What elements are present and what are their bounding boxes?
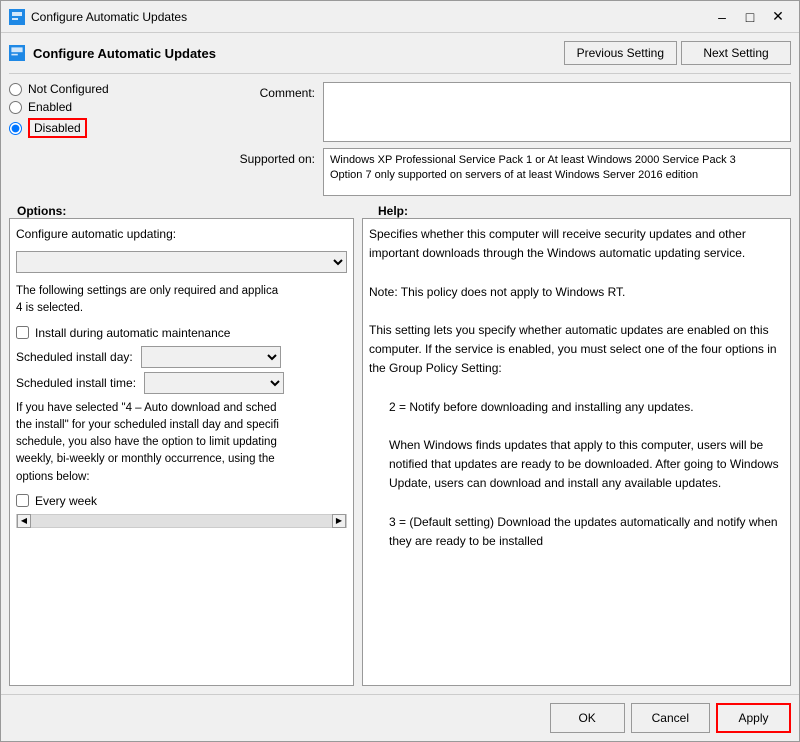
scroll-right-arrow[interactable]: ▶ <box>332 514 346 528</box>
disabled-radio[interactable] <box>9 122 22 135</box>
header-row: Configure Automatic Updates Previous Set… <box>9 41 791 74</box>
scheduled-time-dropdown[interactable] <box>144 372 284 394</box>
enabled-radio[interactable] <box>9 101 22 114</box>
enabled-row: Enabled <box>9 100 209 114</box>
help-text: Specifies whether this computer will rec… <box>369 225 784 263</box>
window-title: Configure Automatic Updates <box>31 10 187 24</box>
scroll-track <box>31 515 332 527</box>
scheduled-day-dropdown[interactable] <box>141 346 281 368</box>
disabled-row: Disabled <box>9 118 209 138</box>
options-panel: Configure automatic updating: The follow… <box>9 218 354 686</box>
install-maintenance-checkbox[interactable] <box>16 326 29 339</box>
supported-row: Supported on: Windows XP Professional Se… <box>225 148 791 196</box>
maximize-button[interactable]: □ <box>737 4 763 30</box>
next-setting-button[interactable]: Next Setting <box>681 41 791 65</box>
comment-row: Comment: <box>225 82 791 142</box>
section-labels: Options: Help: <box>9 204 791 218</box>
supported-label: Supported on: <box>225 148 315 166</box>
help-setting-text: This setting lets you specify whether au… <box>369 321 784 379</box>
configure-auto-label: Configure automatic updating: <box>16 225 347 243</box>
every-week-label[interactable]: Every week <box>35 492 97 510</box>
options-text2: If you have selected "4 – Auto download … <box>16 400 347 486</box>
comment-label: Comment: <box>225 82 315 100</box>
not-configured-radio[interactable] <box>9 83 22 96</box>
close-button[interactable]: ✕ <box>765 4 791 30</box>
previous-setting-button[interactable]: Previous Setting <box>564 41 677 65</box>
comment-textarea[interactable] <box>323 82 791 142</box>
supported-text: Windows XP Professional Service Pack 1 o… <box>323 148 791 196</box>
header-icon <box>9 45 25 61</box>
top-section: Not Configured Enabled Disabled Comment: <box>9 82 791 196</box>
scheduled-day-row: Scheduled install day: <box>16 346 347 368</box>
configure-dropdown[interactable] <box>16 251 347 273</box>
help-rt-note: Note: This policy does not apply to Wind… <box>369 283 784 302</box>
configure-automatic-updates-window: Configure Automatic Updates – □ ✕ Config… <box>0 0 800 742</box>
ok-button[interactable]: OK <box>550 703 625 733</box>
disabled-label[interactable]: Disabled <box>28 118 87 138</box>
install-maintenance-row: Install during automatic maintenance <box>16 324 347 342</box>
header-title: Configure Automatic Updates <box>9 45 216 61</box>
help-option2-detail: When Windows finds updates that apply to… <box>389 436 784 494</box>
scheduled-day-label: Scheduled install day: <box>16 348 133 366</box>
header-title-text: Configure Automatic Updates <box>33 46 216 61</box>
options-text1: The following settings are only required… <box>16 283 347 318</box>
every-week-row: Every week <box>16 492 347 510</box>
apply-button[interactable]: Apply <box>716 703 791 733</box>
window-icon <box>9 9 25 25</box>
scheduled-time-row: Scheduled install time: <box>16 372 347 394</box>
every-week-checkbox[interactable] <box>16 494 29 507</box>
supported-content: Windows XP Professional Service Pack 1 o… <box>330 154 736 181</box>
content-area: Configure Automatic Updates Previous Set… <box>1 33 799 694</box>
enabled-label[interactable]: Enabled <box>28 100 72 114</box>
cancel-button[interactable]: Cancel <box>631 703 710 733</box>
not-configured-label[interactable]: Not Configured <box>28 82 109 96</box>
help-option3: 3 = (Default setting) Download the updat… <box>389 513 784 551</box>
options-scrollbar: ◀ ▶ <box>16 514 347 528</box>
install-maintenance-label[interactable]: Install during automatic maintenance <box>35 324 230 342</box>
title-bar-controls: – □ ✕ <box>709 4 791 30</box>
scheduled-time-label: Scheduled install time: <box>16 374 136 392</box>
comment-supported-section: Comment: Supported on: Windows XP Profes… <box>225 82 791 196</box>
scroll-left-arrow[interactable]: ◀ <box>17 514 31 528</box>
help-option2: 2 = Notify before downloading and instal… <box>389 398 784 417</box>
not-configured-row: Not Configured <box>9 82 209 96</box>
footer-buttons: OK Cancel Apply <box>1 694 799 741</box>
nav-buttons: Previous Setting Next Setting <box>564 41 791 65</box>
minimize-button[interactable]: – <box>709 4 735 30</box>
radio-section: Not Configured Enabled Disabled <box>9 82 209 196</box>
title-bar: Configure Automatic Updates – □ ✕ <box>1 1 799 33</box>
help-panel: Specifies whether this computer will rec… <box>362 218 791 686</box>
title-bar-left: Configure Automatic Updates <box>9 9 187 25</box>
main-panels: Configure automatic updating: The follow… <box>9 218 791 686</box>
